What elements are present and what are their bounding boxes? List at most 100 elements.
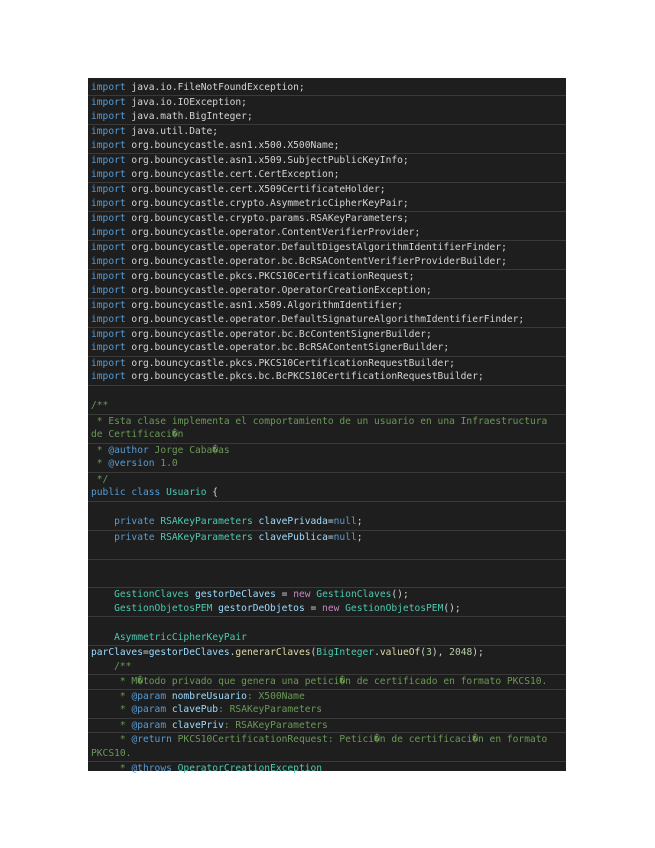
code-token: ; (356, 516, 363, 528)
code-token: BigInteger (316, 647, 375, 659)
code-token: * (91, 458, 109, 470)
code-token: PKCS10. (91, 747, 132, 759)
code-line: * @param clavePriv: RSAKeyParameters (88, 717, 566, 732)
code-token: clavePrivada (258, 516, 328, 528)
code-token: org.bouncycastle.operator.DefaultSignatu… (125, 313, 525, 325)
code-line: import org.bouncycastle.operator.bc.BcCo… (88, 326, 566, 341)
code-token: valueOf (379, 647, 421, 659)
code-token: import (91, 371, 126, 383)
code-line: * @param clavePub: RSAKeyParameters (88, 703, 566, 717)
code-token: de Certificaci�n (91, 429, 184, 441)
code-token: * (91, 763, 132, 775)
code-line: import org.bouncycastle.asn1.x509.Algori… (88, 298, 566, 312)
code-token: (); (443, 602, 461, 614)
code-token: import (91, 271, 126, 283)
code-token: new (293, 589, 317, 601)
code-token: import (91, 255, 126, 267)
code-token: import (91, 284, 126, 296)
code-token: = (275, 589, 294, 601)
code-token: OperatorCreationException (171, 763, 323, 775)
code-token: import (91, 313, 126, 325)
code-line: public class Usuario { (88, 486, 566, 500)
code-line: import org.bouncycastle.crypto.Asymmetri… (88, 197, 566, 211)
code-token: clavePriv (171, 719, 224, 731)
code-line: * M�todo privado que genera una petici�n… (88, 674, 566, 688)
code-token: GestionClaves (114, 589, 195, 601)
code-line: import org.bouncycastle.cert.CertExcepti… (88, 168, 566, 182)
code-line: import java.util.Date; (88, 124, 566, 138)
code-line: import org.bouncycastle.operator.bc.BcRS… (88, 341, 566, 355)
code-line: import java.math.BigInteger; (88, 110, 566, 124)
code-line: * @return PKCS10CertificationRequest: Pe… (88, 732, 566, 746)
code-token: org.bouncycastle.pkcs.PKCS10Certificatio… (125, 357, 455, 369)
code-token: : X500Name (246, 690, 305, 702)
code-line: import org.bouncycastle.pkcs.bc.BcPKCS10… (88, 370, 566, 384)
code-token: import (91, 126, 126, 138)
code-token: ), (431, 647, 450, 659)
code-token: import (91, 110, 126, 122)
code-token: @param (131, 719, 172, 731)
code-token: import (91, 82, 126, 93)
code-line: import org.bouncycastle.asn1.x509.Subjec… (88, 153, 566, 167)
code-line: private RSAKeyParameters clavePrivada=nu… (88, 515, 566, 529)
code-token: @param (131, 690, 172, 702)
code-token: Usuario (166, 487, 207, 499)
code-token: gestorDeObjetos (218, 602, 305, 614)
code-token: import (91, 97, 126, 109)
code-token: GestionObjetosPEM (345, 602, 444, 614)
code-token: /** (91, 400, 109, 412)
code-token: null (333, 516, 357, 528)
code-token: * (91, 690, 132, 702)
code-token: import (91, 139, 126, 151)
code-line: import java.io.FileNotFoundException; (88, 81, 566, 95)
code-token: { (206, 487, 219, 499)
code-token: @return (131, 734, 172, 746)
code-line: GestionObjetosPEM gestorDeObjetos = new … (88, 602, 566, 616)
code-token: null (333, 531, 357, 543)
code-token: import (91, 300, 126, 312)
code-token: 1.0 (154, 458, 178, 470)
code-token: org.bouncycastle.crypto.AsymmetricCipher… (125, 197, 409, 209)
code-token: import (91, 342, 126, 354)
code-line: import org.bouncycastle.pkcs.PKCS10Certi… (88, 269, 566, 283)
code-line: import org.bouncycastle.operator.bc.BcRS… (88, 255, 566, 269)
code-token: org.bouncycastle.pkcs.bc.BcPKCS10Certifi… (125, 371, 484, 383)
code-token: java.io.IOException; (125, 97, 247, 109)
code-line: * @author Jorge Caba�as (88, 442, 566, 457)
code-line: import org.bouncycastle.asn1.x500.X500Na… (88, 139, 566, 153)
code-token: java.util.Date; (125, 126, 219, 138)
code-line: /** (88, 399, 566, 413)
code-token: AsymmetricCipherKeyPair (114, 631, 247, 643)
code-line: parClaves=gestorDeClaves.generarClaves(B… (88, 645, 566, 659)
code-token: RSAKeyParameters (160, 531, 259, 543)
code-token: * Esta clase implementa el comportamient… (91, 415, 548, 427)
code-token: import (91, 155, 126, 167)
code-line (88, 616, 566, 630)
code-line: */ (88, 471, 566, 486)
code-line: * @throws OperatorCreationException (88, 761, 566, 775)
code-token: @throws (131, 763, 172, 775)
code-token: org.bouncycastle.operator.DefaultDigestA… (125, 242, 507, 254)
code-token: public class (91, 487, 167, 499)
code-line: import org.bouncycastle.operator.Content… (88, 226, 566, 240)
code-token: private (114, 516, 161, 528)
code-token: */ (91, 473, 109, 485)
code-token: org.bouncycastle.asn1.x500.X500Name; (125, 139, 340, 151)
code-line (88, 384, 566, 399)
code-line: * Esta clase implementa el comportamient… (88, 413, 566, 428)
code-token: java.io.FileNotFoundException; (125, 82, 305, 93)
code-token: import (91, 168, 126, 180)
code-token: nombreUsuario (171, 690, 247, 702)
code-token: PKCS10CertificationRequest: Petici�n de … (171, 734, 548, 746)
code-token: * (91, 704, 132, 716)
code-token: = (304, 602, 323, 614)
code-token: ; (356, 531, 363, 543)
code-line: /** (88, 660, 566, 674)
code-token: org.bouncycastle.operator.bc.BcRSAConten… (125, 255, 507, 267)
code-token: import (91, 357, 126, 369)
